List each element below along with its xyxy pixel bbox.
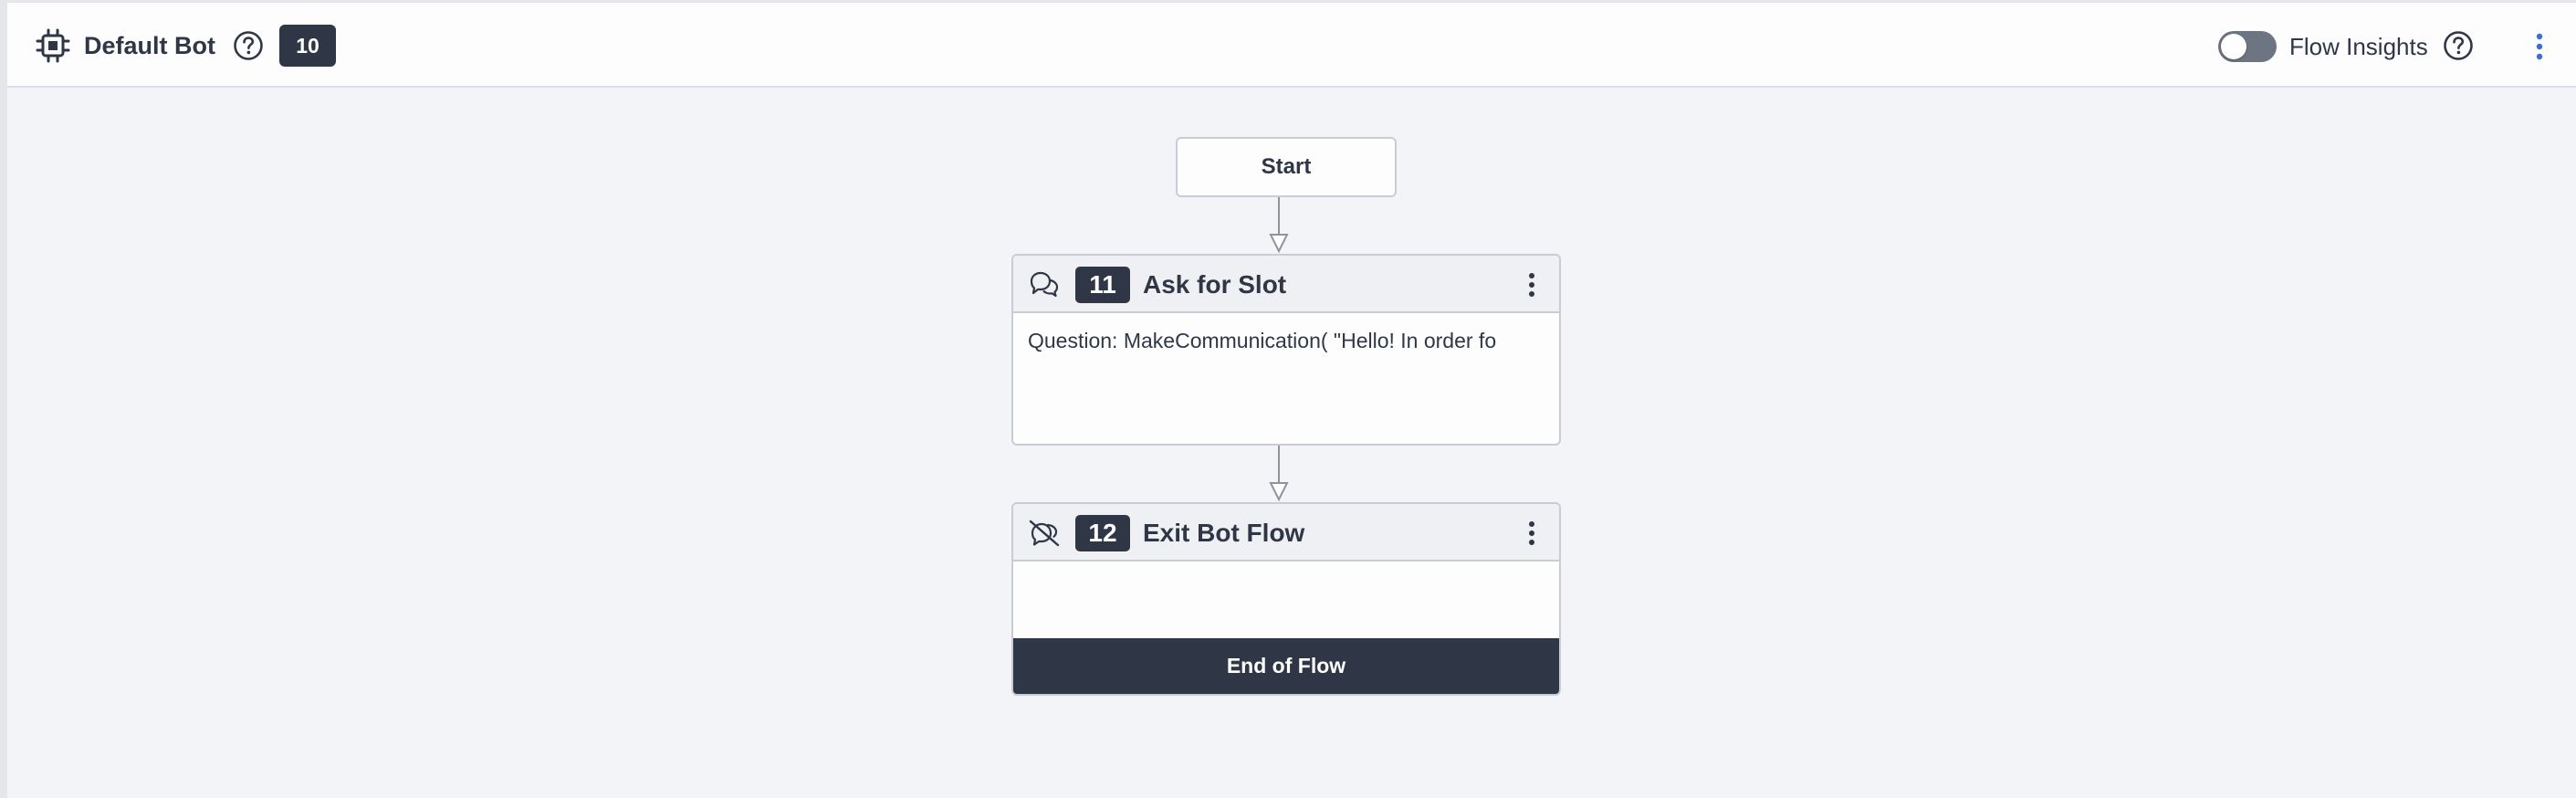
- node-header: 11 Ask for Slot: [1013, 256, 1559, 313]
- node-id-badge: 12: [1075, 515, 1130, 551]
- flow-editor: Default Bot 10 Flow Insights Start 11 As…: [0, 0, 2576, 798]
- node-menu-icon[interactable]: [1521, 268, 1543, 301]
- node-body: Question: MakeCommunication( "Hello! In …: [1028, 329, 1497, 352]
- chat-bubbles-icon: [1028, 268, 1061, 299]
- node-id-badge: 11: [1075, 267, 1130, 303]
- start-node[interactable]: Start: [1176, 137, 1397, 197]
- node-header: 12 Exit Bot Flow: [1013, 504, 1559, 562]
- exit-flow-icon: [1028, 517, 1061, 548]
- node-menu-icon[interactable]: [1521, 517, 1543, 550]
- node-title: Exit Bot Flow: [1143, 519, 1305, 547]
- node-title: Ask for Slot: [1143, 270, 1287, 299]
- ask-for-slot-node[interactable]: 11 Ask for Slot Question: MakeCommunicat…: [1011, 254, 1561, 446]
- exit-bot-flow-node[interactable]: 12 Exit Bot Flow End of Flow: [1011, 502, 1561, 696]
- end-of-flow-bar: End of Flow: [1013, 638, 1559, 694]
